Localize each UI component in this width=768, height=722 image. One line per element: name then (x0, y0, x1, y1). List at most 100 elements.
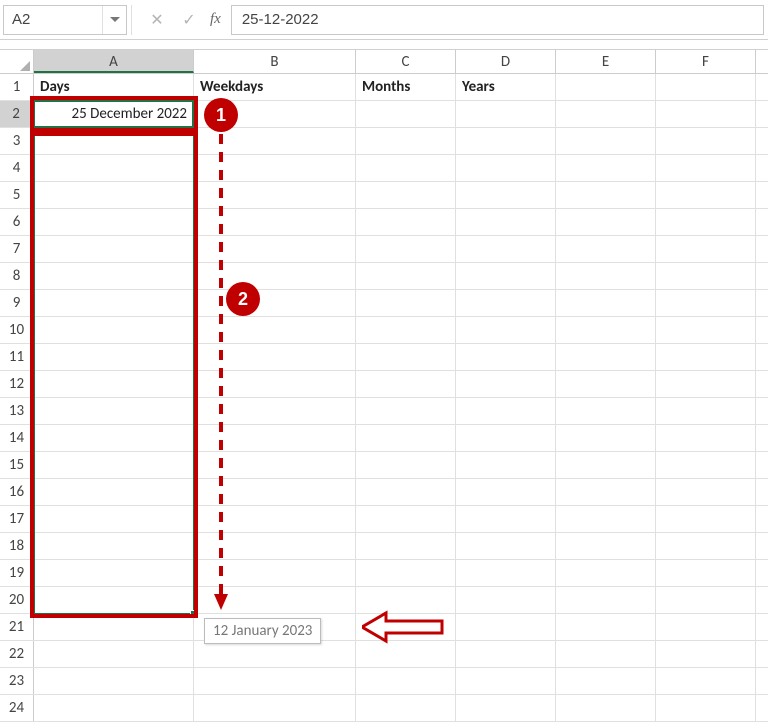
row-header[interactable]: 12 (0, 371, 34, 397)
cell[interactable] (456, 506, 556, 532)
cell[interactable] (194, 344, 356, 370)
cell[interactable] (656, 425, 756, 451)
col-header-B[interactable]: B (194, 50, 356, 73)
cell[interactable] (356, 695, 456, 721)
cell[interactable] (34, 209, 194, 235)
cell[interactable] (556, 209, 656, 235)
col-header-F[interactable]: F (656, 50, 756, 73)
cell[interactable] (656, 182, 756, 208)
cell[interactable] (656, 344, 756, 370)
cell[interactable] (356, 182, 456, 208)
cell[interactable] (194, 182, 356, 208)
cell[interactable] (194, 425, 356, 451)
cell[interactable] (556, 533, 656, 559)
cell[interactable] (34, 641, 194, 667)
col-header-A[interactable]: A (34, 50, 194, 73)
row-header[interactable]: 13 (0, 398, 34, 424)
cell[interactable] (456, 371, 556, 397)
col-header-C[interactable]: C (356, 50, 456, 73)
cell[interactable] (556, 371, 656, 397)
cell[interactable] (356, 506, 456, 532)
cell[interactable] (456, 182, 556, 208)
cell[interactable] (656, 101, 756, 127)
cell[interactable] (356, 155, 456, 181)
cell[interactable] (456, 317, 556, 343)
cell[interactable] (456, 155, 556, 181)
cell[interactable] (194, 560, 356, 586)
row-header[interactable]: 7 (0, 236, 34, 262)
cell[interactable] (556, 587, 656, 613)
cell[interactable] (456, 263, 556, 289)
cell[interactable] (356, 452, 456, 478)
cell[interactable] (34, 479, 194, 505)
cell[interactable] (656, 371, 756, 397)
cell[interactable] (34, 155, 194, 181)
cell[interactable] (456, 290, 556, 316)
cell[interactable] (456, 344, 556, 370)
cell[interactable] (556, 182, 656, 208)
cell[interactable] (356, 290, 456, 316)
cell[interactable] (656, 236, 756, 262)
cell[interactable] (194, 452, 356, 478)
cell[interactable] (656, 209, 756, 235)
cell[interactable] (556, 641, 656, 667)
cell[interactable] (356, 101, 456, 127)
cell[interactable] (556, 398, 656, 424)
cell[interactable] (656, 641, 756, 667)
cell[interactable] (456, 587, 556, 613)
cell[interactable] (356, 587, 456, 613)
cell[interactable] (356, 263, 456, 289)
cell[interactable] (656, 452, 756, 478)
cell[interactable] (556, 290, 656, 316)
row-header[interactable]: 23 (0, 668, 34, 694)
cell[interactable] (34, 560, 194, 586)
row-header[interactable]: 9 (0, 290, 34, 316)
cell[interactable] (456, 560, 556, 586)
row-header[interactable]: 1 (0, 74, 34, 100)
cell[interactable] (34, 506, 194, 532)
cell[interactable] (456, 668, 556, 694)
row-header[interactable]: 19 (0, 560, 34, 586)
row-header[interactable]: 16 (0, 479, 34, 505)
cell[interactable] (356, 533, 456, 559)
cell[interactable] (356, 425, 456, 451)
cell[interactable] (556, 155, 656, 181)
row-header[interactable]: 17 (0, 506, 34, 532)
cell[interactable] (556, 479, 656, 505)
cell[interactable] (194, 398, 356, 424)
cell[interactable] (356, 236, 456, 262)
cell[interactable] (356, 344, 456, 370)
cell[interactable] (356, 614, 456, 640)
row-header[interactable]: 22 (0, 641, 34, 667)
name-box[interactable] (4, 6, 102, 34)
cell[interactable] (34, 533, 194, 559)
cell[interactable] (194, 128, 356, 154)
cell[interactable] (556, 506, 656, 532)
cell[interactable] (656, 398, 756, 424)
cell[interactable] (34, 452, 194, 478)
cell[interactable] (656, 317, 756, 343)
row-header[interactable]: 6 (0, 209, 34, 235)
row-header[interactable]: 8 (0, 263, 34, 289)
cell[interactable]: Years (456, 74, 556, 100)
row-header[interactable]: 5 (0, 182, 34, 208)
cell[interactable] (194, 614, 356, 640)
cell[interactable]: Months (356, 74, 456, 100)
cell[interactable] (34, 290, 194, 316)
cell[interactable] (194, 371, 356, 397)
cell[interactable] (656, 263, 756, 289)
cell[interactable] (456, 479, 556, 505)
cell[interactable] (194, 668, 356, 694)
select-all-corner[interactable] (0, 50, 34, 73)
cell[interactable] (456, 101, 556, 127)
row-header[interactable]: 11 (0, 344, 34, 370)
cell[interactable] (194, 587, 356, 613)
row-header[interactable]: 2 (0, 101, 34, 127)
cell[interactable] (194, 317, 356, 343)
cell[interactable] (556, 263, 656, 289)
cell[interactable] (656, 668, 756, 694)
cell[interactable] (34, 668, 194, 694)
cell[interactable] (34, 236, 194, 262)
cell[interactable] (356, 668, 456, 694)
cell[interactable] (556, 101, 656, 127)
